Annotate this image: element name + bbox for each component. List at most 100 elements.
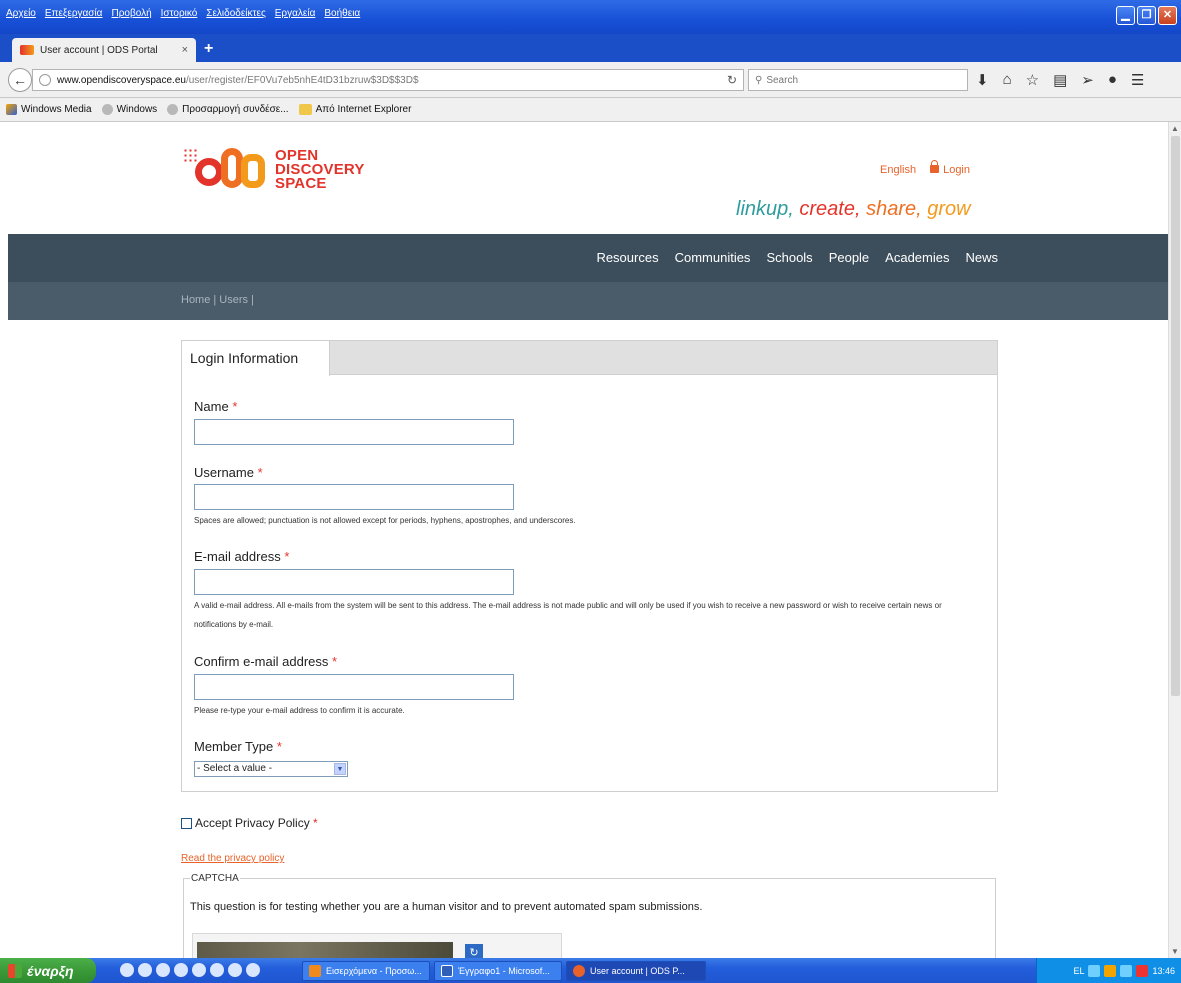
- search-input[interactable]: [766, 74, 967, 86]
- firefox-icon: [573, 965, 585, 977]
- nav-academies[interactable]: Academies: [885, 250, 949, 265]
- ods-favicon-icon: [20, 45, 34, 55]
- tray-icon[interactable]: [1120, 964, 1133, 977]
- chat-icon[interactable]: ●: [1108, 71, 1117, 89]
- quick-launch-icon[interactable]: [174, 963, 188, 977]
- reading-list-icon[interactable]: ▤: [1053, 71, 1067, 89]
- start-label: έναρξη: [27, 962, 74, 979]
- scrollbar-thumb[interactable]: [1171, 136, 1180, 696]
- bookmark-label: Windows Media: [21, 104, 92, 115]
- tray-icon[interactable]: [1104, 964, 1117, 977]
- menu-bar: Αρχείο Επεξεργασία Προβολή Ιστορικό Σελι…: [6, 8, 360, 19]
- menu-file[interactable]: Αρχείο: [6, 8, 36, 19]
- nav-news[interactable]: News: [965, 250, 998, 265]
- tray-icon[interactable]: [1136, 964, 1149, 977]
- captcha-legend: CAPTCHA: [190, 873, 240, 884]
- search-icon: ⚲: [755, 74, 763, 86]
- scroll-down-icon[interactable]: ▼: [1171, 947, 1179, 956]
- reload-icon[interactable]: ↻: [727, 73, 737, 87]
- start-button[interactable]: έναρξη: [0, 958, 96, 983]
- back-arrow-icon: ←: [13, 72, 27, 88]
- language-link[interactable]: English: [880, 164, 916, 176]
- globe-icon: [39, 74, 51, 86]
- bookmark-label: Προσαρμογή συνδέσε...: [182, 104, 289, 115]
- quick-launch-icon[interactable]: [210, 963, 224, 977]
- quick-launch-icon[interactable]: [246, 963, 260, 977]
- username-help: Spaces are allowed; punctuation is not a…: [194, 516, 576, 525]
- page-viewport: OPEN DISCOVERY SPACE English Login linku…: [0, 122, 1181, 958]
- member-type-label: Member Type *: [194, 739, 282, 754]
- registration-form: Login Information Name * Username * Spac…: [181, 340, 998, 792]
- username-input[interactable]: [194, 484, 514, 510]
- back-button[interactable]: ←: [8, 68, 32, 92]
- nav-resources[interactable]: Resources: [596, 250, 658, 265]
- bookmark-customize-links[interactable]: Προσαρμογή συνδέσε...: [167, 104, 289, 115]
- member-type-select[interactable]: - Select a value - ▼: [194, 761, 348, 777]
- language-indicator[interactable]: EL: [1073, 966, 1084, 976]
- tab-close-icon[interactable]: ×: [182, 44, 188, 56]
- menu-edit[interactable]: Επεξεργασία: [45, 8, 103, 19]
- windows-media-icon: [6, 104, 17, 115]
- minimize-button[interactable]: ▁: [1116, 6, 1135, 25]
- captcha-description: This question is for testing whether you…: [190, 901, 703, 913]
- privacy-checkbox[interactable]: [181, 817, 192, 829]
- login-link[interactable]: Login: [930, 160, 970, 176]
- menu-tools[interactable]: Εργαλεία: [275, 8, 316, 19]
- email-label: E-mail address *: [194, 549, 290, 564]
- home-icon[interactable]: ⌂: [1003, 71, 1012, 89]
- confirm-email-input[interactable]: [194, 674, 514, 700]
- quick-launch-icon[interactable]: [156, 963, 170, 977]
- task-word-document[interactable]: Έγγραφο1 - Microsof...: [434, 961, 562, 981]
- email-input[interactable]: [194, 569, 514, 595]
- ods-logo[interactable]: OPEN DISCOVERY SPACE: [183, 144, 365, 196]
- captcha-refresh-icon[interactable]: ↻: [465, 944, 483, 958]
- name-input[interactable]: [194, 419, 514, 445]
- bookmark-label: Από Internet Explorer: [315, 104, 412, 115]
- privacy-policy-link[interactable]: Read the privacy policy: [181, 853, 284, 864]
- task-firefox[interactable]: User account | ODS P...: [566, 961, 706, 981]
- url-path: /user/register/EF0Vu7eb5nhE4tD31bzruw$3D…: [185, 74, 419, 86]
- scroll-up-icon[interactable]: ▲: [1171, 124, 1179, 133]
- bookmark-windows[interactable]: Windows: [101, 104, 158, 115]
- bookmark-from-ie[interactable]: Από Internet Explorer: [298, 104, 412, 115]
- menu-history[interactable]: Ιστορικό: [161, 8, 198, 19]
- nav-communities[interactable]: Communities: [675, 250, 751, 265]
- new-tab-button[interactable]: +: [204, 40, 213, 58]
- nav-people[interactable]: People: [829, 250, 869, 265]
- vertical-scrollbar[interactable]: ▲ ▼: [1168, 122, 1181, 958]
- bookmark-windows-media[interactable]: Windows Media: [6, 104, 92, 115]
- tab-title: User account | ODS Portal: [40, 44, 158, 56]
- privacy-label: Accept Privacy Policy: [195, 816, 310, 830]
- nav-schools[interactable]: Schools: [766, 250, 812, 265]
- tab-login-information[interactable]: Login Information: [182, 341, 330, 376]
- quick-launch-icon[interactable]: [192, 963, 206, 977]
- close-window-button[interactable]: ✕: [1158, 6, 1177, 25]
- task-outlook-inbox[interactable]: Εισερχόμενα - Προσω...: [302, 961, 430, 981]
- quick-launch-icon[interactable]: [120, 963, 134, 977]
- menu-hamburger-icon[interactable]: ☰: [1131, 71, 1144, 89]
- bookmark-label: Windows: [116, 104, 158, 115]
- menu-view[interactable]: Προβολή: [111, 8, 151, 19]
- confirm-email-help: Please re-type your e-mail address to co…: [194, 706, 405, 715]
- bookmark-star-icon[interactable]: ☆: [1026, 71, 1039, 89]
- download-icon[interactable]: ⬇: [976, 71, 989, 89]
- logo-text: OPEN DISCOVERY SPACE: [275, 147, 365, 192]
- search-bar[interactable]: ⚲: [748, 69, 968, 91]
- tray-icon[interactable]: [1088, 964, 1101, 977]
- quick-launch-icon[interactable]: [138, 963, 152, 977]
- privacy-checkbox-row[interactable]: Accept Privacy Policy *: [181, 816, 318, 830]
- select-value: - Select a value -: [197, 763, 273, 774]
- quick-launch-icon[interactable]: [228, 963, 242, 977]
- address-bar[interactable]: www.opendiscoveryspace.eu/user/register/…: [32, 69, 744, 91]
- send-icon[interactable]: ➢: [1081, 71, 1094, 89]
- bookmarks-bar: Windows Media Windows Προσαρμογή συνδέσε…: [0, 98, 1181, 122]
- menu-help[interactable]: Βοήθεια: [324, 8, 360, 19]
- tab-user-account[interactable]: User account | ODS Portal ×: [12, 38, 196, 62]
- menu-bookmarks[interactable]: Σελιδοδείκτες: [206, 8, 265, 19]
- header-links: English Login: [880, 160, 970, 176]
- clock[interactable]: 13:46: [1152, 966, 1175, 976]
- restore-button[interactable]: ❐: [1137, 6, 1156, 25]
- system-tray: EL 13:46: [1036, 958, 1181, 983]
- globe-icon: [167, 104, 179, 115]
- breadcrumb[interactable]: Home | Users |: [181, 294, 254, 306]
